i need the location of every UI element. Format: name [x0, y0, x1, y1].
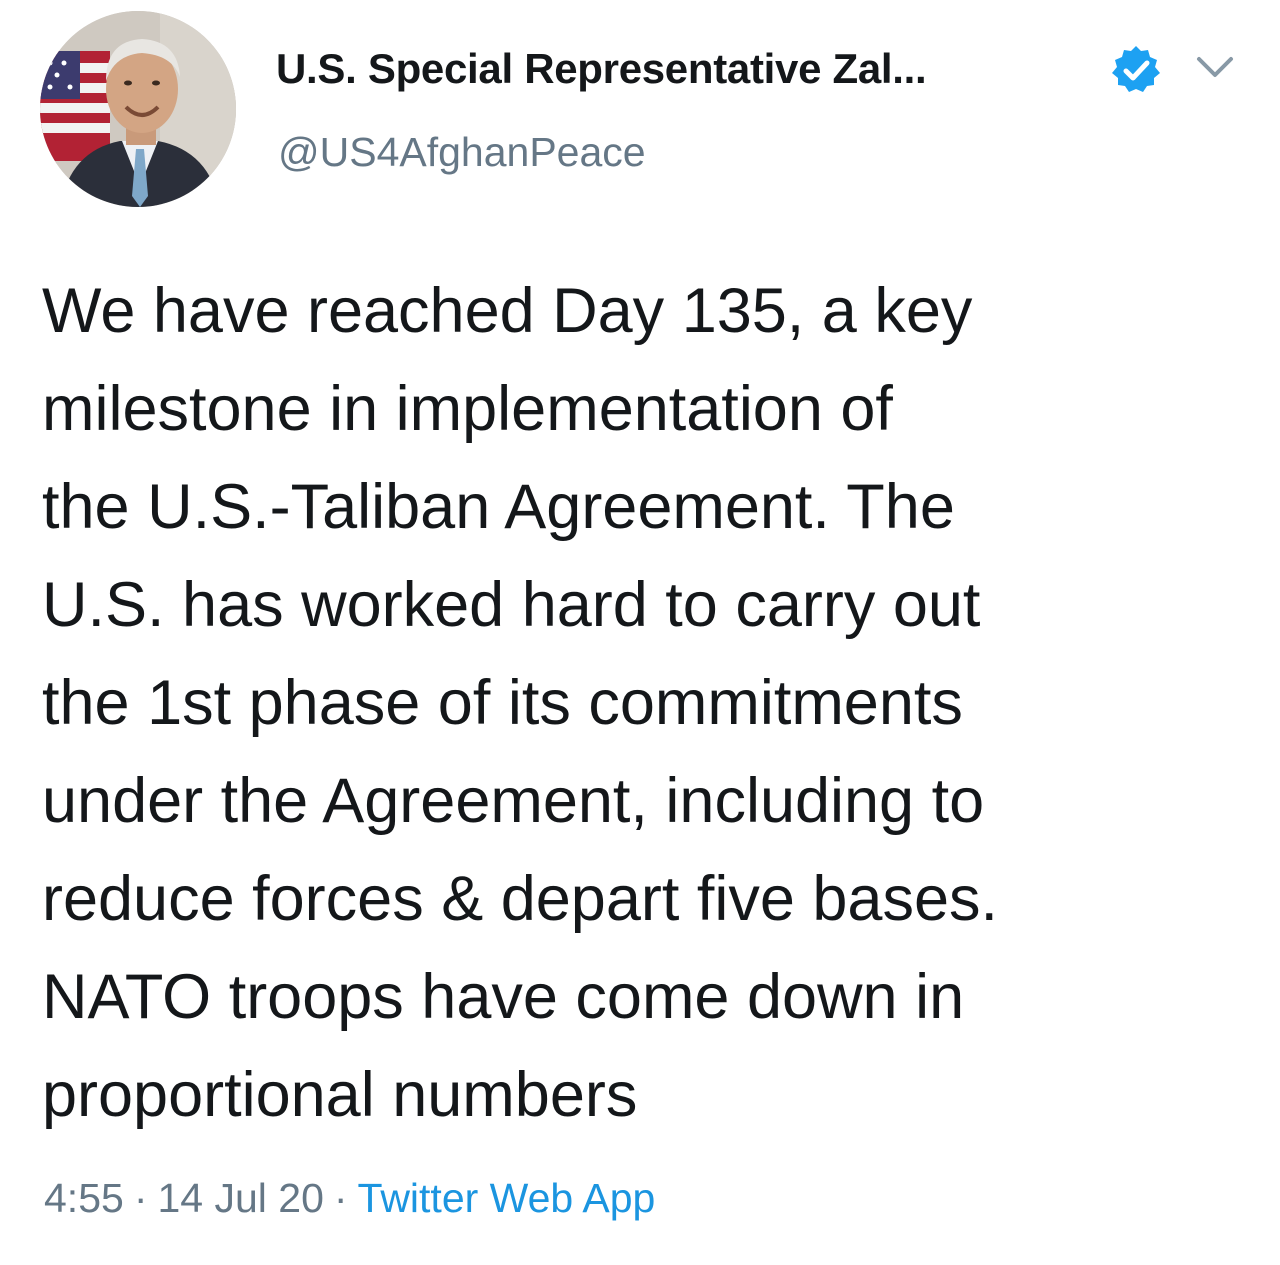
tweet-text-line: the U.S.-Taliban Agreement. The [42, 472, 955, 542]
meta-separator: · [333, 1175, 348, 1221]
chevron-down-icon[interactable] [1191, 47, 1239, 87]
tweet-text: We have reached Day 135, a key milestone… [42, 262, 1257, 1144]
tweet-text-line: proportional numbers [42, 1060, 638, 1130]
flag-icon [40, 51, 110, 161]
avatar-photo [40, 11, 236, 207]
author-handle[interactable]: @US4AfghanPeace [278, 124, 646, 180]
verified-badge-icon [1110, 44, 1162, 96]
author-display-name[interactable]: U.S. Special Representative Zal... [276, 41, 927, 97]
meta-separator: · [133, 1175, 148, 1221]
tweet-text-line: the 1st phase of its commitments [42, 668, 963, 738]
tweet-text-line: We have reached Day 135, a key [42, 276, 973, 346]
tweet-time[interactable]: 4:55 [44, 1175, 124, 1221]
tweet-meta: 4:55 · 14 Jul 20 · Twitter Web App [44, 1170, 655, 1226]
tweet-text-line: U.S. has worked hard to carry out [42, 570, 981, 640]
tweet-card: U.S. Special Representative Zal... @US4A… [0, 0, 1280, 1265]
tweet-text-line: under the Agreement, including to [42, 766, 985, 836]
author-avatar[interactable] [40, 11, 236, 207]
tweet-text-line: NATO troops have come down in [42, 962, 965, 1032]
tweet-text-line: milestone in implementation of [42, 374, 893, 444]
tweet-source-link[interactable]: Twitter Web App [358, 1175, 656, 1221]
tweet-text-line: reduce forces & depart five bases. [42, 864, 999, 934]
tweet-date[interactable]: 14 Jul 20 [157, 1175, 323, 1221]
